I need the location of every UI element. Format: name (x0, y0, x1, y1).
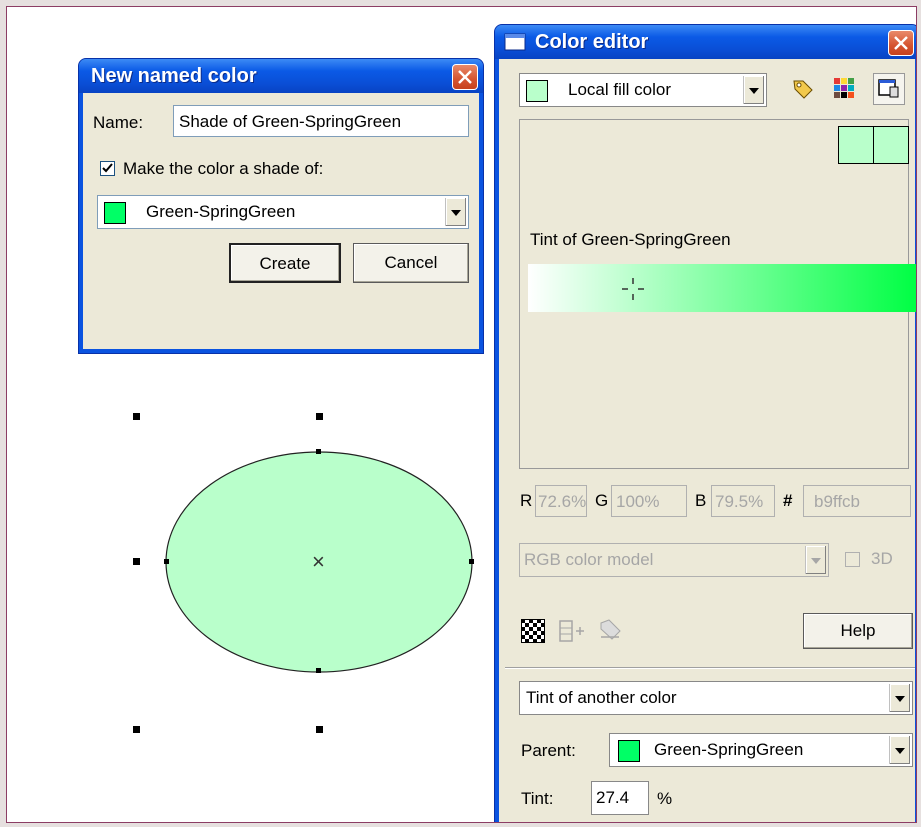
color-model-value: RGB color model (524, 550, 654, 569)
close-icon (894, 36, 908, 50)
dialog-title: New named color (91, 65, 257, 87)
document-frame: × New named color Name: Shade of Green-S… (6, 6, 917, 823)
add-swatch-icon (559, 620, 584, 642)
color-preview-panel: Tint of Green-SpringGreen (519, 119, 916, 469)
chevron-down-icon (805, 546, 826, 574)
hex-label: # (783, 491, 793, 510)
g-value: 100% (616, 492, 660, 511)
shade-parent-value: Green-SpringGreen (146, 202, 296, 221)
shade-parent-swatch (104, 202, 126, 224)
crosshair-icon[interactable] (620, 276, 646, 302)
tag-icon[interactable] (791, 77, 815, 101)
color-editor-title: Color editor (535, 31, 649, 53)
b-label: B (695, 491, 707, 510)
name-input-value: Shade of Green-SpringGreen (179, 112, 402, 131)
tint-input-value: 27.4 (596, 788, 630, 807)
3d-checkbox (845, 552, 860, 567)
target-swatch (526, 80, 548, 102)
hex-field: b9ffcb (803, 485, 911, 517)
new-color-swatch (873, 126, 909, 164)
create-button-label: Create (259, 254, 311, 273)
selection-handle-bottom-center[interactable] (316, 726, 323, 733)
cancel-button-label: Cancel (384, 253, 438, 272)
selection-handle-top-left[interactable] (133, 413, 140, 420)
old-color-swatch (838, 126, 874, 164)
name-input[interactable]: Shade of Green-SpringGreen (173, 105, 469, 137)
apply-tag-icon (600, 619, 621, 640)
parent-label: Parent: (521, 741, 576, 760)
parent-value: Green-SpringGreen (654, 740, 804, 759)
window-icon[interactable] (873, 73, 905, 105)
new-named-color-dialog: New named color Name: Shade of Green-Spr… (79, 59, 483, 353)
target-value: Local fill color (568, 80, 671, 99)
color-model-dropdown: RGB color model (519, 543, 829, 577)
selection-handle-top-center[interactable] (316, 413, 323, 420)
color-editor-close-button[interactable] (888, 30, 914, 56)
shade-checkbox-label: Make the color a shade of: (123, 159, 324, 178)
ellipse-node-bottom[interactable] (316, 668, 321, 673)
parent-dropdown[interactable]: Green-SpringGreen (609, 733, 913, 767)
ellipse-node-top[interactable] (316, 449, 321, 454)
r-field: 72.6% (535, 485, 587, 517)
palette-icon[interactable] (833, 77, 855, 99)
mode-value: Tint of another color (526, 688, 677, 707)
tint-title: Tint of Green-SpringGreen (530, 230, 731, 249)
color-editor-window: Color editor Local fill color Tint of Gr… (495, 25, 916, 822)
checkmark-icon (102, 163, 113, 173)
r-label: R (520, 491, 533, 510)
selection-handle-bottom-left[interactable] (133, 726, 140, 733)
mode-dropdown[interactable]: Tint of another color (519, 681, 913, 715)
tint-input[interactable]: 27.4 (591, 781, 649, 815)
tint-unit: % (657, 789, 673, 808)
chevron-down-icon[interactable] (889, 736, 910, 764)
ellipse-node-left[interactable] (164, 559, 169, 564)
tint-gradient-bar[interactable] (528, 264, 916, 312)
divider (505, 667, 915, 669)
target-dropdown[interactable]: Local fill color (519, 73, 767, 107)
create-button[interactable]: Create (229, 243, 341, 283)
b-value: 79.5% (715, 492, 764, 511)
parent-swatch (618, 740, 640, 762)
hex-value: b9ffcb (814, 492, 861, 511)
chevron-down-icon[interactable] (743, 76, 764, 104)
name-label: Name: (93, 113, 144, 132)
window-icon (504, 33, 526, 51)
chevron-down-icon[interactable] (889, 684, 910, 712)
3d-label: 3D (871, 549, 893, 568)
shade-checkbox[interactable] (100, 161, 115, 176)
b-field: 79.5% (711, 485, 775, 517)
chevron-down-icon[interactable] (445, 198, 466, 226)
g-field: 100% (611, 485, 687, 517)
close-icon (458, 70, 472, 84)
dialog-body: Name: Shade of Green-SpringGreen Make th… (83, 93, 479, 349)
g-label: G (595, 491, 609, 510)
dialog-close-button[interactable] (452, 64, 478, 90)
dialog-title-bar[interactable]: New named color (79, 59, 483, 93)
tint-field-label: Tint: (521, 789, 554, 808)
checkerboard-icon[interactable] (521, 619, 545, 643)
shade-parent-dropdown[interactable]: Green-SpringGreen (97, 195, 469, 229)
r-value: 72.6% (538, 492, 587, 511)
cancel-button[interactable]: Cancel (353, 243, 469, 283)
ellipse-node-right[interactable] (469, 559, 474, 564)
help-button-label: Help (840, 621, 876, 640)
selection-handle-middle-left[interactable] (133, 558, 140, 565)
help-button[interactable]: Help (803, 613, 913, 649)
center-marker: × (312, 549, 325, 574)
color-editor-title-bar[interactable]: Color editor (495, 25, 916, 59)
color-editor-body: Local fill color Tint of Green-SpringGre… (499, 59, 916, 822)
